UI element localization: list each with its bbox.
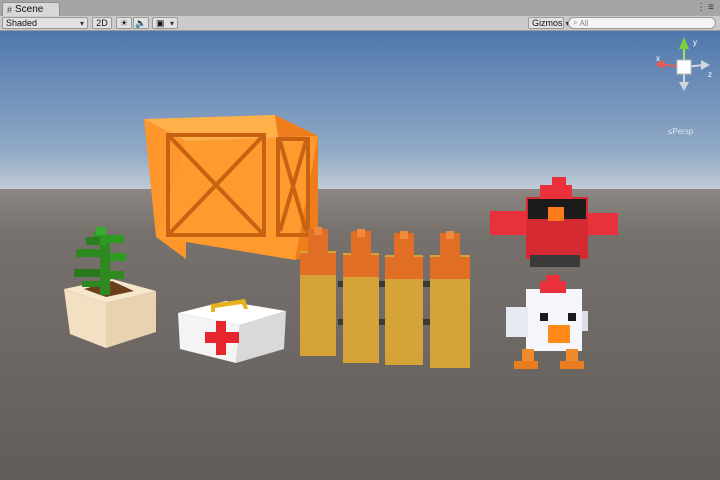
search-icon: ⌕ [573,18,578,27]
image-icon: ▣ [156,17,165,28]
tab-bar: # Scene ⋮≡ [0,0,720,17]
shading-mode-label: Shaded [6,18,38,28]
gizmos-dropdown[interactable]: Gizmos [528,17,564,29]
2d-toggle-label: 2D [96,18,108,28]
gizmo-x-label: x [656,54,660,63]
window-menu-icon[interactable]: ⋮≡ [696,2,716,13]
sky [0,31,720,191]
tab-scene-label: Scene [15,4,44,15]
speaker-icon: 🔈 [135,17,147,28]
scene-viewport[interactable]: y x z ≤Persp [0,31,720,480]
search-placeholder: All [579,18,589,28]
grid-icon: # [7,4,13,15]
effects-dropdown[interactable]: ▣ [152,17,178,29]
gizmos-label: Gizmos [532,18,563,28]
gizmo-center-cube[interactable] [676,59,692,75]
projection-label: Persp [672,127,694,136]
shading-mode-dropdown[interactable]: Shaded [2,17,88,29]
tab-scene[interactable]: # Scene [2,2,60,16]
2d-toggle-button[interactable]: 2D [92,17,112,29]
scene-window: # Scene ⋮≡ Shaded 2D ☀ 🔈 ▣ Gizmos ⌕ All [0,0,720,480]
sun-icon: ☀ [119,17,129,28]
lighting-toggle-button[interactable]: ☀ [116,17,132,29]
wooden-crate[interactable] [144,115,318,260]
audio-toggle-button[interactable]: 🔈 [133,17,149,29]
projection-toggle[interactable]: ≤Persp [668,127,693,136]
scene-render[interactable]: y x z [0,31,720,480]
scene-toolbar: Shaded 2D ☀ 🔈 ▣ Gizmos ⌕ All [0,16,720,31]
gizmo-z-label: z [708,70,712,79]
scene-search-input[interactable]: ⌕ All [568,17,716,29]
gizmo-y-label: y [693,38,697,47]
